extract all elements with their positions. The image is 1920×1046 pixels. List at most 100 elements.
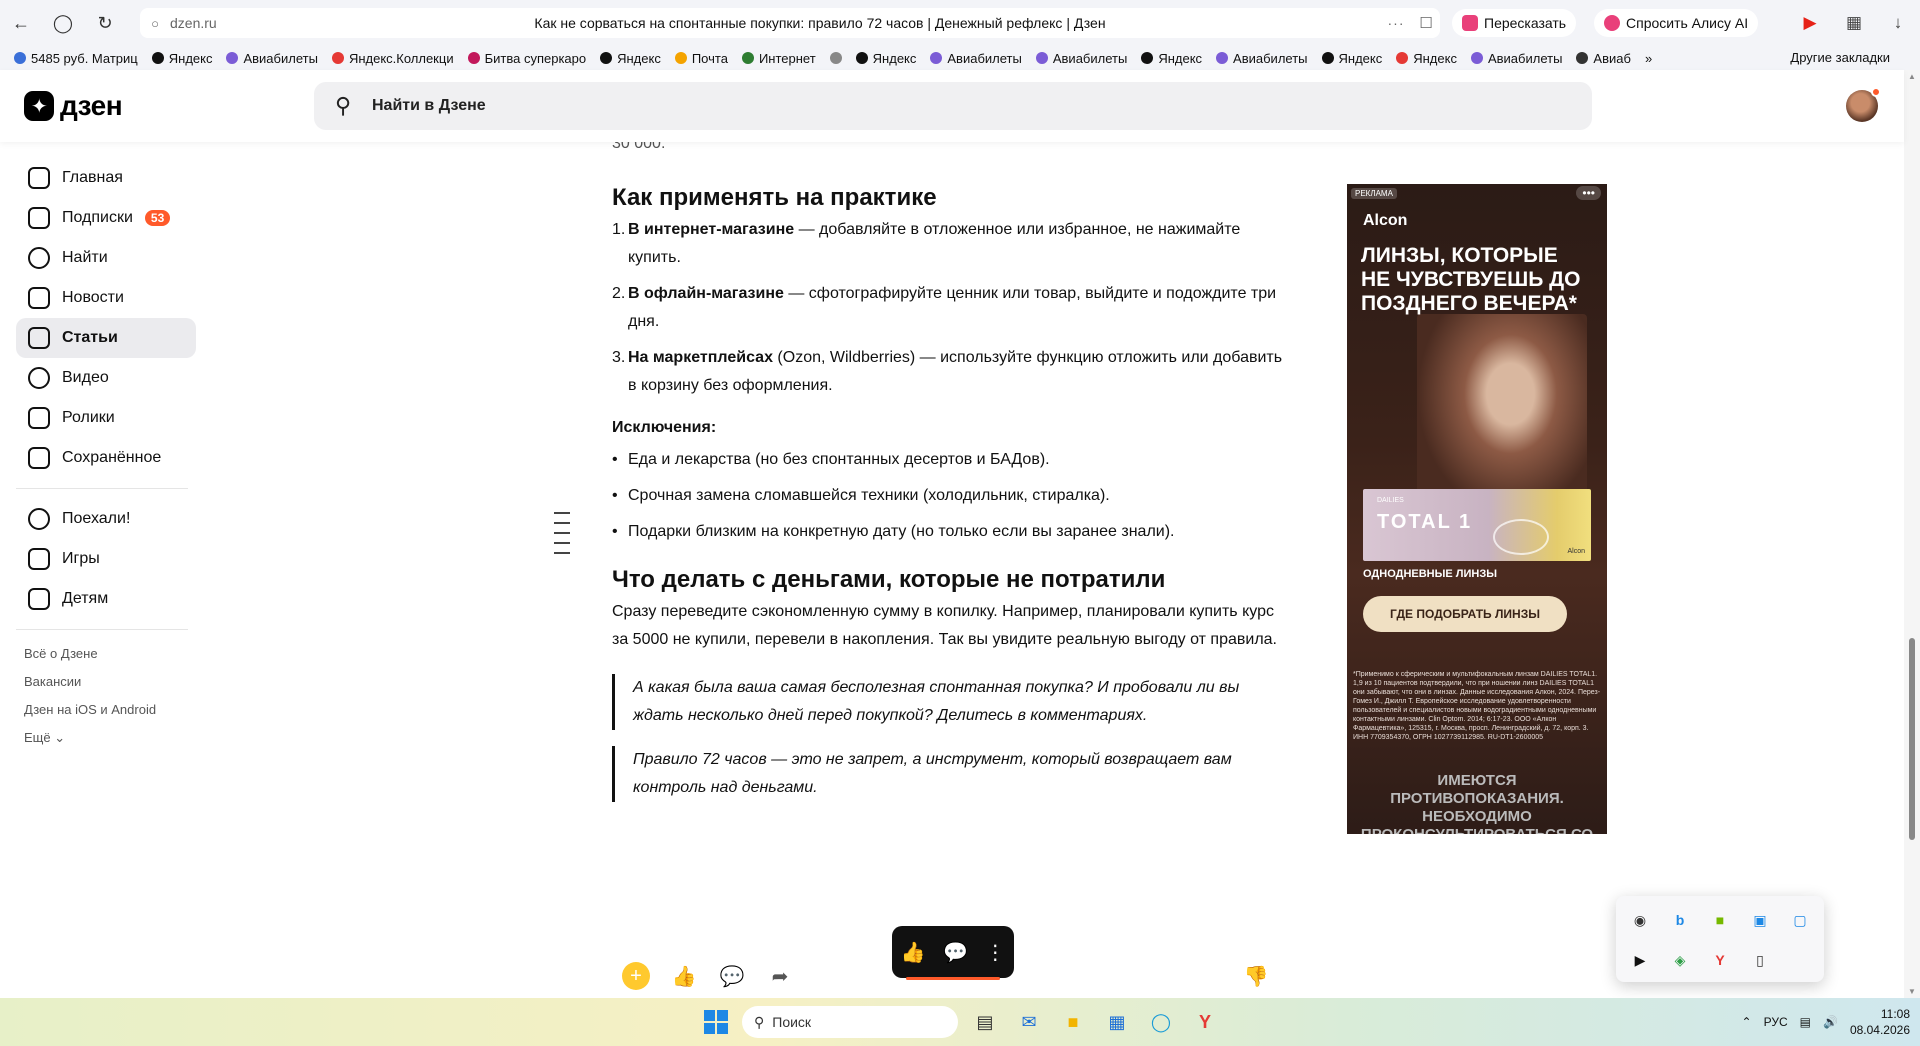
sidebar-more-button[interactable]: Ещё ⌄: [16, 724, 196, 752]
bing-icon[interactable]: b: [1660, 900, 1700, 940]
bookmark-item[interactable]: Авиабилеты: [1470, 50, 1563, 66]
sidebar-item-bookmark[interactable]: Сохранённое: [16, 438, 196, 478]
bookmark-item[interactable]: Яндекс: [1141, 51, 1202, 66]
ad-product-box: DAILIES TOTAL 1 Alcon: [1363, 489, 1591, 561]
terminal-icon[interactable]: ▶: [1620, 940, 1660, 980]
tray-app-icon[interactable]: ◉: [1620, 900, 1660, 940]
youtube-icon[interactable]: ▶: [1788, 13, 1832, 33]
collections-icon[interactable]: ▦: [1832, 13, 1876, 33]
yandex-browser-icon[interactable]: ◯: [42, 0, 84, 46]
scroll-down-icon[interactable]: ▼: [1908, 987, 1916, 996]
sidebar-item-video[interactable]: Видео: [16, 358, 196, 398]
bookmark-item[interactable]: Яндекс: [1321, 51, 1382, 66]
sidebar-item-shorts[interactable]: Ролики: [16, 398, 196, 438]
sidebar-footer-link[interactable]: Всё о Дзене: [16, 640, 196, 668]
volume-icon[interactable]: 🔊: [1823, 1015, 1838, 1029]
bookmark-label: Авиабилеты: [1487, 50, 1563, 66]
table-of-contents-icon[interactable]: [554, 512, 570, 562]
sidebar-item-search[interactable]: Найти: [16, 238, 196, 278]
bookmark-item[interactable]: Авиабилеты: [930, 51, 1022, 66]
bookmark-item[interactable]: Интернет: [741, 51, 816, 66]
bookmark-favicon-icon: [1576, 52, 1589, 64]
sidebar-item-articles[interactable]: Статьи: [16, 318, 196, 358]
edge-icon[interactable]: ◯: [1144, 1006, 1178, 1038]
list-item-text: На маркетплейсах (Ozon, Wildberries) — и…: [628, 344, 1292, 400]
bookmark-item[interactable]: Яндекс: [855, 51, 916, 66]
sidebar-item-kids[interactable]: Детям: [16, 579, 196, 619]
bookmark-page-icon[interactable]: ☐: [1412, 14, 1440, 32]
bookmark-item[interactable]: Яндекс.Коллекци: [331, 51, 454, 66]
sidebar-footer-link[interactable]: Вакансии: [16, 668, 196, 696]
bookmark-item[interactable]: Авиаб: [1576, 51, 1631, 66]
site-info-icon[interactable]: ○: [140, 16, 170, 31]
bookmark-item[interactable]: Почта: [674, 51, 728, 66]
network-icon[interactable]: ▤: [1800, 1015, 1811, 1029]
store-icon[interactable]: ▦: [1100, 1006, 1134, 1038]
yandex-browser-taskbar-icon[interactable]: Y: [1188, 1006, 1222, 1038]
taskbar-search[interactable]: ⚲ Поиск: [742, 1006, 958, 1038]
heading-money: Что делать с деньгами, которые не потрат…: [612, 566, 1166, 593]
bookmark-item[interactable]: Яндекс: [600, 51, 661, 66]
scrollbar-thumb[interactable]: [1909, 638, 1915, 840]
sidebar-item-news[interactable]: Новости: [16, 278, 196, 318]
ad-banner[interactable]: РЕКЛАМА ••• Alcon ЛИНЗЫ, КОТОРЫЕ НЕ ЧУВС…: [1347, 184, 1607, 834]
scroll-up-icon[interactable]: ▲: [1908, 72, 1916, 81]
outlook-icon[interactable]: ✉: [1012, 1006, 1046, 1038]
other-bookmarks[interactable]: Другие закладки: [1790, 46, 1890, 70]
address-bar[interactable]: ○ dzen.ru Как не сорваться на спонтанные…: [140, 8, 1440, 38]
bookmark-item[interactable]: [829, 52, 842, 64]
bookmark-item[interactable]: Яндекс: [151, 51, 212, 66]
security-icon[interactable]: ◈: [1660, 940, 1700, 980]
like-icon[interactable]: 👍: [660, 964, 708, 989]
ad-brand: Alcon: [1363, 212, 1408, 229]
dislike-icon[interactable]: 👎: [1232, 964, 1280, 989]
ad-cta-button[interactable]: ГДЕ ПОДОБРАТЬ ЛИНЗЫ: [1363, 596, 1567, 632]
star-icon[interactable]: +: [622, 962, 650, 990]
avatar[interactable]: [1846, 87, 1881, 122]
start-icon[interactable]: [704, 1010, 728, 1034]
list-item-text: Подарки близким на конкретную дату (но т…: [628, 523, 1175, 540]
scrollbar[interactable]: ▲ ▼: [1904, 70, 1920, 998]
address-domain: dzen.ru: [170, 15, 217, 31]
reload-icon[interactable]: ↻: [84, 0, 126, 46]
yandex-tray-icon[interactable]: Y: [1700, 940, 1740, 980]
bookmark-item[interactable]: Авиабилеты: [1035, 50, 1128, 66]
ad-box-brand: Alcon: [1567, 548, 1585, 555]
bookmark-favicon-icon: [331, 52, 344, 64]
snipping-icon[interactable]: ▢: [1780, 900, 1820, 940]
task-view-icon[interactable]: ▤: [968, 1006, 1002, 1038]
bookmark-item[interactable]: Битва суперкаро: [467, 51, 586, 66]
sidebar-item-gamepad[interactable]: Игры: [16, 539, 196, 579]
comment-icon[interactable]: 💬: [708, 964, 756, 989]
retell-button[interactable]: Пересказать: [1452, 9, 1577, 37]
usb-icon[interactable]: ▯: [1740, 940, 1780, 980]
bookmark-favicon-icon: [14, 52, 26, 64]
list-number: 1.: [612, 221, 626, 238]
language-indicator[interactable]: РУС: [1764, 1015, 1788, 1029]
bookmark-item[interactable]: Авиабилеты: [1216, 51, 1308, 66]
sidebar-footer-link[interactable]: Дзен на iOS и Android: [16, 696, 196, 724]
explorer-icon[interactable]: ■: [1056, 1006, 1090, 1038]
display-icon[interactable]: ▣: [1740, 900, 1780, 940]
ask-alice-button[interactable]: Спросить Алису AI: [1594, 9, 1759, 37]
more-icon[interactable]: ···: [1380, 15, 1412, 31]
bookmark-item[interactable]: Яндекс: [1396, 51, 1457, 66]
bullet: •: [612, 523, 618, 540]
share-icon[interactable]: ➦: [756, 964, 804, 989]
sidebar-item-home[interactable]: Главная: [16, 158, 196, 198]
sidebar-item-subscriptions[interactable]: Подписки 53: [16, 198, 196, 238]
bookmark-label: Авиабилеты: [1052, 50, 1128, 66]
ad-menu-icon[interactable]: •••: [1576, 186, 1601, 200]
tray-expand-icon[interactable]: ⌃: [1742, 1015, 1752, 1029]
dzen-logo[interactable]: ✦ дзен: [24, 90, 123, 122]
bookmark-item[interactable]: 5485 руб. Матриц: [14, 51, 138, 66]
back-icon[interactable]: ←: [0, 0, 42, 46]
ad-photo: [1417, 314, 1587, 514]
nvidia-icon[interactable]: ■: [1700, 900, 1740, 940]
bookmark-item[interactable]: Авиабилеты: [226, 51, 318, 66]
search-input[interactable]: ⚲ Найти в Дзене: [314, 82, 1592, 130]
sidebar-item-satellite[interactable]: Поехали!: [16, 499, 196, 539]
bookmarks-overflow-icon[interactable]: »: [1645, 51, 1652, 66]
clock[interactable]: 11:08 08.04.2026: [1850, 1006, 1910, 1038]
download-icon[interactable]: ↓: [1876, 13, 1920, 33]
